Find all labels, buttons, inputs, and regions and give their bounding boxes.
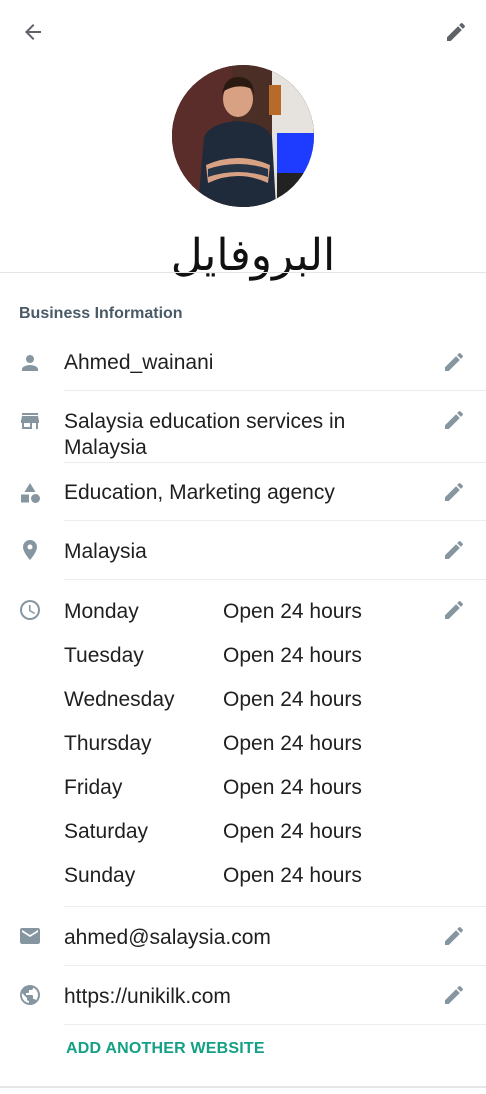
- email-row[interactable]: ahmed@salaysia.com: [0, 914, 486, 964]
- section-title: Business Information: [19, 305, 183, 322]
- edit-profile-button[interactable]: [436, 12, 476, 52]
- business-hours[interactable]: Monday Open 24 hours Tuesday Open 24 hou…: [0, 588, 486, 904]
- hours-value: Open 24 hours: [223, 644, 362, 667]
- pencil-icon[interactable]: [442, 924, 466, 948]
- page-title: البروفايل: [170, 230, 336, 281]
- hours-day: Friday: [64, 776, 123, 799]
- hours-day: Sunday: [64, 864, 136, 887]
- pencil-icon[interactable]: [442, 598, 466, 622]
- pencil-icon[interactable]: [442, 480, 466, 504]
- divider: [64, 906, 486, 907]
- divider: [0, 272, 486, 273]
- location-pin-icon: [23, 540, 37, 560]
- divider: [0, 1086, 486, 1088]
- hours-value: Open 24 hours: [223, 732, 362, 755]
- divider: [64, 1024, 486, 1025]
- name-row[interactable]: Ahmed_wainani: [0, 340, 486, 390]
- business-category: Education, Marketing agency: [64, 481, 335, 504]
- location-row[interactable]: Malaysia: [0, 528, 486, 578]
- back-button[interactable]: [13, 12, 53, 52]
- pencil-icon: [447, 22, 466, 41]
- pencil-icon[interactable]: [442, 408, 466, 432]
- store-icon: [21, 413, 39, 429]
- hours-value: Open 24 hours: [223, 776, 362, 799]
- business-name: Ahmed_wainani: [64, 351, 214, 374]
- divider: [64, 965, 486, 966]
- hours-day: Thursday: [64, 732, 152, 755]
- divider: [64, 579, 486, 580]
- divider: [64, 462, 486, 463]
- hours-value: Open 24 hours: [223, 820, 362, 843]
- website-row[interactable]: https://unikilk.com: [0, 973, 486, 1023]
- hours-value: Open 24 hours: [223, 864, 362, 887]
- hours-day: Tuesday: [64, 644, 144, 667]
- profile-avatar[interactable]: [172, 65, 314, 207]
- person-icon: [22, 355, 38, 371]
- business-email: ahmed@salaysia.com: [64, 926, 271, 949]
- profile-photo: [172, 65, 314, 207]
- globe-icon: [20, 985, 40, 1005]
- category-icon: [21, 483, 40, 503]
- pencil-icon[interactable]: [442, 983, 466, 1007]
- hours-value: Open 24 hours: [223, 600, 362, 623]
- email-icon: [20, 928, 40, 944]
- hours-value: Open 24 hours: [223, 688, 362, 711]
- description-row[interactable]: Salaysia education services in Malaysia: [0, 398, 486, 462]
- top-app-bar: [0, 0, 486, 64]
- pencil-icon[interactable]: [442, 538, 466, 562]
- category-row[interactable]: Education, Marketing agency: [0, 470, 486, 520]
- hours-day: Wednesday: [64, 688, 175, 711]
- arrow-back-icon: [25, 24, 41, 40]
- hours-day: Monday: [64, 600, 139, 623]
- divider: [64, 390, 486, 391]
- pencil-icon[interactable]: [442, 350, 466, 374]
- hours-day: Saturday: [64, 820, 149, 843]
- business-website: https://unikilk.com: [64, 985, 231, 1008]
- clock-icon: [20, 600, 40, 620]
- divider: [64, 520, 486, 521]
- business-location: Malaysia: [64, 540, 147, 563]
- business-description: Salaysia education services in Malaysia: [64, 410, 346, 459]
- add-website-button[interactable]: ADD ANOTHER WEBSITE: [66, 1040, 265, 1058]
